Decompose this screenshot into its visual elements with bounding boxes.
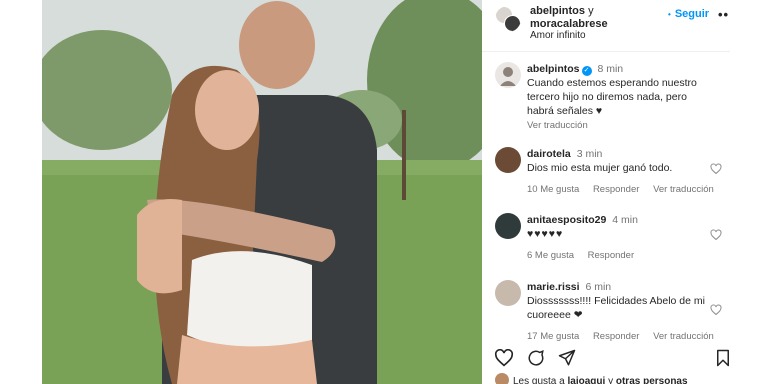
likes-summary: Les gusta a laioagui y otras personas (495, 373, 688, 384)
reply-button[interactable]: Responder (588, 250, 634, 261)
comment-meta: 10 Me gusta Responder Ver traducción (527, 184, 725, 195)
comment-likes[interactable]: 10 Me gusta (527, 184, 579, 195)
comment-likes[interactable]: 17 Me gusta (527, 331, 579, 342)
caption-time[interactable]: 8 min (597, 63, 623, 75)
heart-icon[interactable] (710, 163, 722, 175)
heart-icon[interactable] (494, 349, 514, 367)
avatar[interactable] (495, 213, 521, 239)
comment-time[interactable]: 3 min (577, 148, 603, 160)
username-link[interactable]: moracalabrese (530, 18, 608, 30)
reply-button[interactable]: Responder (593, 184, 639, 195)
caption-text: Cuando estemos esperando nuestro tercero… (527, 77, 697, 117)
likes-prefix: Les gusta a (513, 376, 565, 384)
avatar (504, 15, 521, 32)
comment-text: Dios mio esta mujer ganó todo. (527, 162, 673, 174)
likes-connector: y (608, 376, 614, 384)
comment-time[interactable]: 4 min (612, 214, 638, 226)
comment-meta: 6 Me gusta Responder (527, 250, 645, 261)
couple-photo-illustration (42, 0, 482, 384)
post-sidebar: abelpintos y moracalabrese Amor infinito… (482, 0, 730, 384)
comment-time[interactable]: 6 min (585, 281, 611, 293)
more-icon[interactable]: •• (718, 7, 729, 22)
comment-username[interactable]: dairotela (527, 148, 571, 160)
connector-text: y (588, 5, 594, 17)
avatar[interactable] (495, 280, 521, 306)
reply-button[interactable]: Responder (593, 331, 639, 342)
comment-meta: 17 Me gusta Responder Ver traducción (527, 331, 725, 342)
comment-body: dairotela 3 min Dios mio esta mujer ganó… (527, 147, 712, 175)
person-icon (500, 67, 516, 86)
avatar[interactable] (495, 147, 521, 173)
follow-button[interactable]: • Seguir (668, 8, 709, 20)
translate-link[interactable]: Ver traducción (653, 184, 714, 195)
comment-body: anitaesposito29 4 min ♥♥♥♥♥ (527, 213, 712, 241)
collab-usernames: abelpintos y moracalabrese (530, 5, 660, 31)
comment-likes[interactable]: 6 Me gusta (527, 250, 574, 261)
translate-link[interactable]: Ver traducción (527, 120, 588, 131)
location-subtitle[interactable]: Amor infinito (530, 30, 586, 41)
caption-meta: Ver traducción (527, 120, 599, 131)
caption-body: abelpintos ✓ 8 min Cuando estemos esperan… (527, 62, 712, 118)
comment-icon[interactable] (527, 349, 545, 367)
comment-text: ♥♥♥♥♥ (527, 228, 564, 240)
avatar (495, 373, 509, 384)
caption-username[interactable]: abelpintos (527, 63, 580, 75)
action-bar (482, 346, 730, 368)
comment-username[interactable]: marie.rissi (527, 281, 580, 293)
separator-dot-icon: • (668, 10, 671, 19)
translate-link[interactable]: Ver traducción (653, 331, 714, 342)
avatar[interactable] (495, 62, 521, 88)
verified-badge-icon: ✓ (581, 66, 592, 76)
comment-username[interactable]: anitaesposito29 (527, 214, 606, 226)
comment-text: Diosssssss!!!! Felicidades Abelo de mi c… (527, 295, 705, 321)
likes-username[interactable]: laioagui (568, 376, 606, 384)
post-photo (42, 0, 482, 384)
collab-avatars[interactable] (495, 6, 521, 32)
post-header: abelpintos y moracalabrese Amor infinito… (482, 0, 730, 52)
heart-icon[interactable] (710, 229, 722, 241)
bookmark-icon[interactable] (716, 349, 730, 367)
follow-label: Seguir (674, 8, 710, 20)
share-icon[interactable] (558, 349, 576, 367)
username-link[interactable]: abelpintos (530, 5, 585, 17)
likes-others-link[interactable]: otras personas (616, 376, 688, 384)
heart-icon[interactable] (710, 304, 722, 316)
comment-body: marie.rissi 6 min Diosssssss!!!! Felicid… (527, 280, 712, 322)
